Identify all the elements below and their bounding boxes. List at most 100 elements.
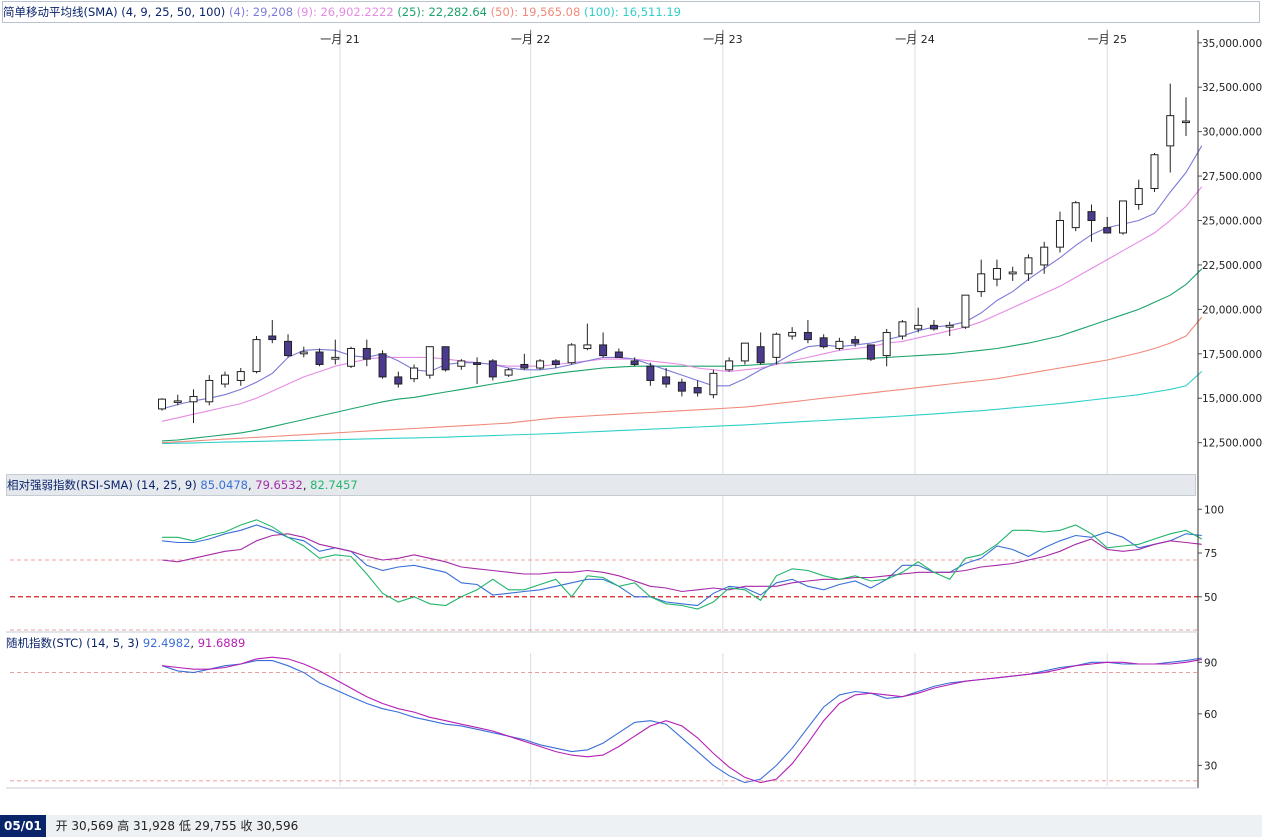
candle-body-down [378, 353, 387, 378]
footer-ohlc: 开 30,569 高 31,928 低 29,755 收 30,596 [55, 819, 299, 833]
candle [583, 323, 592, 351]
y-tick-label: 35,000.0000 [1202, 38, 1262, 50]
candle-body-down [630, 360, 639, 365]
candle-body-down [441, 346, 450, 371]
candle [1166, 83, 1175, 173]
footer-date: 05/01 [0, 815, 46, 837]
candle-body-up [1182, 120, 1190, 124]
candle [1055, 211, 1064, 253]
candle [1118, 200, 1127, 235]
candle [803, 320, 812, 344]
candle [236, 368, 245, 386]
candle [1071, 200, 1080, 232]
candle [567, 343, 576, 365]
candle [725, 357, 734, 372]
candle [693, 380, 702, 397]
candle-body-up [189, 395, 198, 403]
candle [819, 334, 828, 349]
x-tick-label: 一月 25 [1087, 33, 1127, 46]
candle [945, 321, 954, 337]
stc-k-value: 92.4982 [142, 636, 191, 650]
sma25-value: (25): 22,282.64 [397, 5, 487, 19]
candle-body-down [662, 376, 671, 385]
candle [866, 344, 875, 361]
candle-body-down [646, 365, 655, 381]
candle [362, 339, 371, 367]
candle [961, 294, 970, 329]
candle [709, 369, 718, 399]
stc-d-line [161, 656, 1202, 784]
candle-body-up [1118, 200, 1127, 234]
x-tick-label: 一月 22 [511, 33, 551, 46]
sma4-value: (4): 29,208 [228, 5, 294, 19]
candle [252, 336, 261, 374]
candle [977, 259, 986, 297]
candle-body-down [851, 339, 860, 344]
candle [1134, 179, 1143, 210]
x-tick-label: 一月 24 [895, 33, 935, 46]
candle-body-down [394, 376, 403, 385]
candle [599, 332, 608, 358]
candle-body-down [614, 351, 623, 358]
candle-body-up [740, 342, 749, 362]
rsi-y-tick-label: 50 [1204, 592, 1217, 604]
candle [488, 359, 497, 381]
candle [614, 348, 623, 358]
candle-body-up [835, 340, 844, 349]
y-tick-label: 12,500.0000 [1202, 438, 1262, 450]
candle-body-down [488, 360, 497, 378]
candle-body-up [914, 324, 923, 330]
rsi-sma-line [161, 533, 1202, 593]
candle [788, 327, 797, 340]
candle-body-up [457, 360, 466, 367]
candle-body-down [315, 351, 324, 365]
candle [740, 342, 749, 365]
candle [677, 378, 686, 397]
candle [504, 368, 513, 377]
candle [1008, 266, 1017, 281]
candle [425, 346, 434, 379]
candle-body-up [1040, 246, 1049, 266]
candle [284, 334, 293, 358]
candle-body-down [268, 335, 277, 341]
candle-body-down [803, 331, 812, 341]
candle [189, 389, 198, 424]
candle-body-down [819, 337, 828, 348]
candle-body-up [331, 356, 340, 360]
chart-canvas: 一月 21 一月 22 一月 23 一月 24 一月 25 35,000.0000 32,… [6, 29, 1262, 789]
y-tick-label: 17,500.0000 [1202, 349, 1262, 361]
y-tick-label: 30,000.0000 [1202, 127, 1262, 139]
candle-body-down [599, 344, 608, 357]
candle-body-up [236, 371, 245, 381]
y-axes: 35,000.0000 32,500.0000 30,000.0000 27,500.… [6, 30, 1262, 789]
candle-body-down [1087, 211, 1096, 222]
candle-body-up [1071, 202, 1080, 229]
candle-body-up [898, 321, 907, 337]
stc-title: 随机指数(STC) (14, 5, 3) [6, 636, 140, 650]
y-tick-label: 15,000.0000 [1202, 393, 1262, 405]
stc-d-value: 91.6889 [197, 636, 246, 650]
sma50-value: (50): 19,565.08 [490, 5, 581, 19]
candle-body-up [961, 294, 970, 328]
candle [331, 339, 340, 365]
candle [520, 353, 529, 370]
candle [835, 337, 844, 351]
candle-body-up [1024, 257, 1033, 275]
candle [992, 259, 1001, 287]
candle-body-down [1103, 227, 1112, 234]
candle [551, 359, 560, 369]
candle-body-up [567, 344, 576, 364]
candle [772, 332, 781, 365]
x-axis: 一月 21 一月 22 一月 23 一月 24 一月 25 [320, 30, 1127, 46]
candle-body-up [1150, 154, 1159, 190]
candle [347, 346, 356, 369]
candle [221, 371, 230, 388]
x-tick-label: 一月 21 [320, 33, 360, 46]
candle [914, 307, 923, 333]
candle [1040, 241, 1049, 274]
candle-body-up [977, 273, 986, 293]
candle-body-down [551, 360, 560, 365]
candle-body-up [772, 333, 781, 358]
candle-body-up [425, 346, 434, 376]
candle-body-up [1134, 188, 1143, 206]
